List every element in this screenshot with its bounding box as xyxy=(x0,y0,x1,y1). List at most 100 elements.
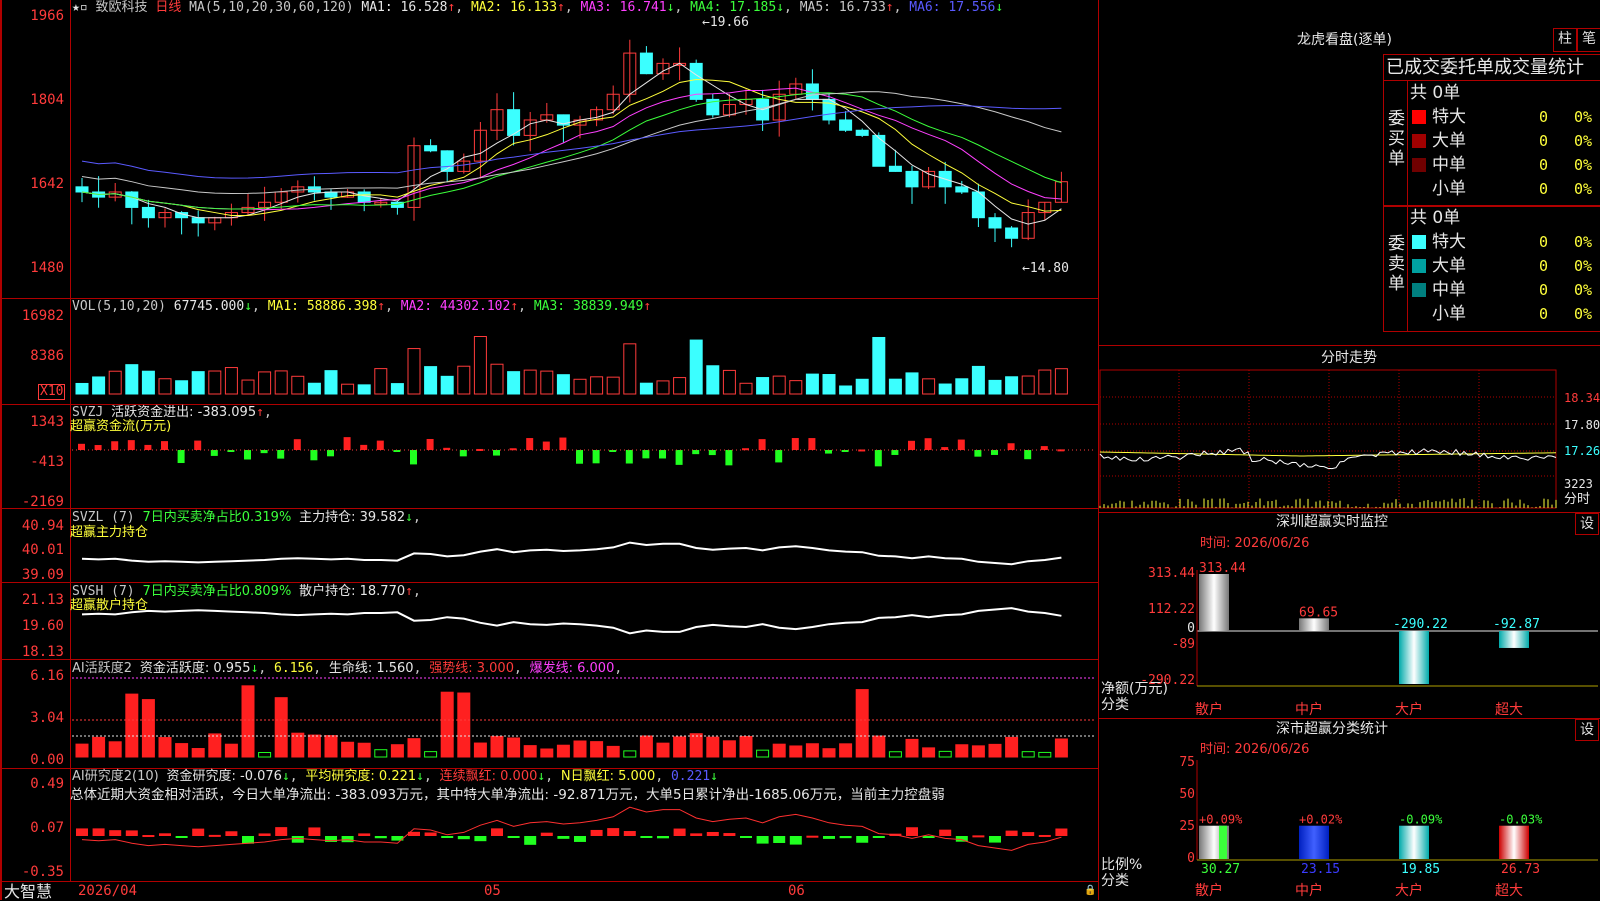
ai2-arrow-1: ↓ xyxy=(281,769,290,784)
volume-bar xyxy=(1038,369,1052,395)
retail-holding-line xyxy=(81,607,1062,635)
sell-divider xyxy=(1407,206,1408,331)
stats-axis-4: 0 xyxy=(1187,851,1195,866)
tab-orders[interactable]: 委托单 xyxy=(1440,58,1494,78)
activity-bar xyxy=(540,748,554,758)
stats-xlabel: 分类 xyxy=(1101,873,1129,889)
fund-flow-bar xyxy=(775,450,783,463)
volume-bar xyxy=(540,370,554,395)
fund-flow-bar xyxy=(459,450,467,457)
fund-flow-bar xyxy=(974,450,982,457)
fund-flow-bar xyxy=(376,440,384,450)
activity-bar xyxy=(274,697,288,758)
svzl-arrow: ↓ xyxy=(405,510,413,525)
low-price-mark: ←14.80 xyxy=(1022,261,1069,276)
kline-chart-canvas[interactable] xyxy=(0,0,1098,900)
research-bar xyxy=(308,827,321,836)
research-bar xyxy=(125,830,138,836)
activity-bar xyxy=(424,751,438,758)
vol-label: VOL(5,10,20) xyxy=(72,299,166,314)
fund-flow-bar xyxy=(924,438,932,450)
activity-bar xyxy=(390,744,404,758)
ma5-arrow: ↑ xyxy=(885,0,894,15)
research-bar xyxy=(1038,834,1051,837)
candle-body xyxy=(424,145,438,152)
buy-row-swatch-0 xyxy=(1412,110,1426,124)
tab-volume[interactable]: 成交量 xyxy=(1494,58,1548,78)
sell-row-pct-2: 0% xyxy=(1574,281,1593,299)
candle-body xyxy=(905,170,919,188)
date-label-start: 2026/04 xyxy=(78,883,138,899)
volume-bar xyxy=(839,385,853,395)
research-bar xyxy=(424,832,437,836)
research-bar xyxy=(922,836,935,838)
activity-bar xyxy=(855,689,869,758)
activity-bar xyxy=(590,741,604,758)
fund-flow-bar xyxy=(144,444,152,450)
stats-bar-accent-0 xyxy=(1219,825,1227,859)
candle-body xyxy=(125,191,139,208)
intraday-axis-3: 17.26 xyxy=(1564,444,1600,458)
fund-flow-bar xyxy=(991,450,998,455)
volume-bar xyxy=(623,343,637,395)
tab-done[interactable]: 已成交 xyxy=(1386,58,1440,78)
sell-row-swatch-2 xyxy=(1412,283,1426,297)
bar-mode-button[interactable]: 柱 xyxy=(1553,28,1577,52)
tab-stats[interactable]: 统计 xyxy=(1548,58,1584,78)
activity-bar xyxy=(606,745,620,758)
volume-bar xyxy=(258,371,272,395)
volume-bar xyxy=(341,383,355,395)
price-axis-4: 1480 xyxy=(30,260,64,276)
sell-row-swatch-1 xyxy=(1412,259,1426,273)
monitor-bar-3 xyxy=(1499,631,1529,648)
fund-flow-bar xyxy=(692,450,700,455)
fund-flow-bar xyxy=(874,450,882,467)
research-bar xyxy=(142,835,155,838)
activity-bar xyxy=(888,751,902,758)
fund-flow-bar xyxy=(891,450,899,455)
sell-row-name-0: 特大 xyxy=(1432,232,1466,252)
svsh-axis-2: 19.60 xyxy=(21,618,64,634)
sell-total: 共 0单 xyxy=(1410,208,1461,228)
volume-bar xyxy=(1054,368,1068,395)
fund-flow-bar xyxy=(310,450,318,461)
monitor-settings-button[interactable]: 设 xyxy=(1575,513,1599,535)
activity-bar xyxy=(324,735,338,758)
ma-line-2 xyxy=(81,79,1062,216)
activity-bar xyxy=(1021,751,1035,758)
candle-body xyxy=(191,217,205,224)
intraday-price-line xyxy=(1099,447,1557,470)
tick-mode-button[interactable]: 笔 xyxy=(1577,28,1600,52)
stats-settings-button[interactable]: 设 xyxy=(1575,719,1599,741)
ma2-arrow: ↑ xyxy=(557,0,565,15)
vol-unit-badge[interactable]: X10 xyxy=(38,384,66,400)
lock-icon[interactable]: 🔒 xyxy=(1084,884,1096,898)
candle-body xyxy=(639,52,653,75)
stats-axis-1: 75 xyxy=(1179,755,1195,770)
monitor-axis-4: -89 xyxy=(1171,637,1195,652)
sell-row-pct-1: 0% xyxy=(1574,257,1593,275)
volume-bar xyxy=(424,366,438,395)
ma-line-4 xyxy=(81,92,1062,210)
fund-flow-bar xyxy=(758,439,766,450)
period-label[interactable]: 日线 xyxy=(155,0,181,15)
activity-bar xyxy=(988,743,1002,758)
activity-bar xyxy=(971,745,985,758)
monitor-axis-2: 112.22 xyxy=(1148,602,1195,617)
activity-bar xyxy=(772,743,786,758)
star-icon[interactable]: ★▫ xyxy=(72,0,88,15)
volume-bar xyxy=(739,382,753,395)
research-bar xyxy=(623,831,636,836)
research-bar xyxy=(856,836,869,843)
ai2-arrow-2: ↓ xyxy=(416,769,424,784)
fund-flow-bar xyxy=(277,450,285,459)
research-bar xyxy=(972,835,985,838)
sell-orders-block: 委卖单 共 0单 特大 0 0% 大单 0 0% 中单 0 0% 小单 0 0% xyxy=(1383,205,1600,332)
volume-bar xyxy=(374,368,388,395)
buy-orders-block: 委买单 共 0单 特大 0 0% 大单 0 0% 中单 0 0% 小单 0 0% xyxy=(1383,80,1600,207)
ai1-t1: 资金活跃度: 0.955 xyxy=(139,661,251,676)
intraday-top-border xyxy=(1099,345,1600,346)
buy-row-count-3: 0 xyxy=(1539,180,1549,198)
ai1-t4: 强势线: 3.000 xyxy=(429,661,514,676)
stats-change-2: -0.09% xyxy=(1399,813,1443,827)
